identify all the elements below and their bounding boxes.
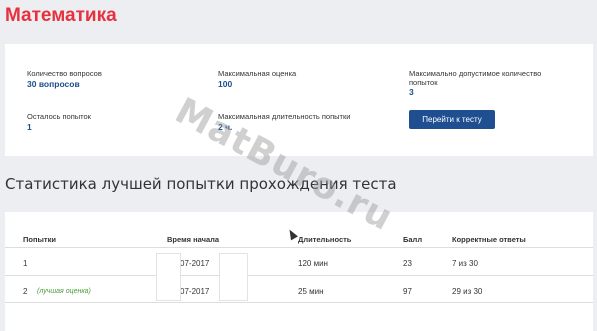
go-to-test-button[interactable]: Перейти к тесту [409,110,495,129]
table-row: 2 (лучшая оценка) 07-2017 25 мин 97 29 и… [5,275,593,303]
page-title: Математика [5,5,117,26]
header-score: Балл [403,235,423,244]
questions-count-value: 30 вопросов [27,79,80,89]
score: 97 [403,287,412,296]
redaction-box-right [219,253,248,301]
table-row: 1 07-2017 120 мин 23 7 из 30 [5,247,593,275]
remaining-attempts-value: 1 [27,122,32,132]
duration: 120 мин [298,259,328,268]
max-score-value: 100 [218,79,233,89]
header-start-time: Время начала [167,235,220,244]
best-score-note: (лучшая оценка) [37,288,91,295]
remaining-attempts-label: Осталось попыток [27,112,91,121]
max-duration-label: Максимальная длительность попытки [218,112,351,121]
questions-count-label: Количество вопросов [27,69,102,78]
max-score-label: Максимальная оценка [218,69,297,78]
correct-answers: 7 из 30 [452,259,478,268]
max-attempts-label: Максимально допустимое количество попыто… [409,69,542,87]
header-attempts: Попытки [23,235,56,244]
stats-section-title: Статистика лучшей попытки прохождения те… [5,175,397,193]
max-attempts-value: 3 [409,87,414,97]
max-duration-value: 2 ч. [218,122,233,132]
header-duration: Длительность [298,235,352,244]
attempt-number: 2 [23,287,28,296]
test-info-card: Количество вопросов 30 вопросов Максимал… [5,44,593,156]
redaction-box-left [156,253,181,301]
correct-answers: 29 из 30 [452,287,483,296]
stats-table: Попытки Время начала Длительность Балл К… [5,212,593,331]
start-time: 07-2017 [180,259,210,268]
start-time: 07-2017 [180,287,210,296]
attempt-number: 1 [23,259,28,268]
score: 23 [403,259,412,268]
header-correct-answers: Корректные ответы [452,235,526,244]
duration: 25 мин [298,287,324,296]
